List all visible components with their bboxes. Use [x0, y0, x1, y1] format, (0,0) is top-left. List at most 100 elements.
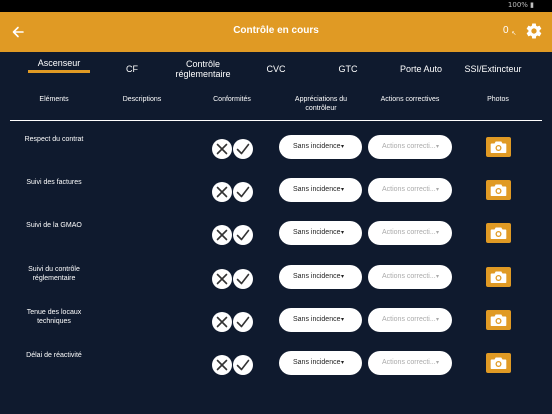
- gear-icon[interactable]: [525, 22, 543, 40]
- tab-controle-reglementaire[interactable]: Contrôle réglementaire: [168, 55, 238, 83]
- corrective-actions-dropdown[interactable]: Actions correcti... ▾: [368, 135, 452, 159]
- checklist-row: Délai de réactivité Sans incidence ▾ Act…: [0, 351, 552, 394]
- tab-label: CF: [126, 64, 138, 74]
- cross-icon: [216, 316, 228, 328]
- camera-icon: [490, 227, 507, 239]
- chevron-down-icon: ▾: [436, 317, 440, 323]
- conforme-button[interactable]: [233, 139, 253, 159]
- checklist-row: Suivi de la GMAO Sans incidence ▾ Action…: [0, 221, 552, 264]
- cross-icon: [216, 273, 228, 285]
- non-conforme-button[interactable]: [212, 355, 232, 375]
- tab-cf[interactable]: CF: [110, 55, 154, 83]
- corrective-actions-dropdown[interactable]: Actions correcti... ▾: [368, 308, 452, 332]
- corrective-actions-dropdown[interactable]: Actions correcti... ▾: [368, 265, 452, 289]
- conforme-button[interactable]: [233, 182, 253, 202]
- actions-placeholder: Actions correcti...: [382, 143, 436, 150]
- battery-indicator: 100% ▮: [507, 1, 534, 9]
- conforme-button[interactable]: [233, 355, 253, 375]
- cross-icon: [216, 229, 228, 241]
- column-header-appreciations: Appréciations du contrôleur: [294, 96, 348, 112]
- tab-ssi-extincteur[interactable]: SSI/Extincteur: [460, 55, 526, 83]
- check-icon: [236, 229, 250, 241]
- row-label: Délai de réactivité: [26, 352, 82, 359]
- camera-button[interactable]: [486, 223, 511, 243]
- check-icon: [236, 273, 250, 285]
- non-conforme-button[interactable]: [212, 225, 232, 245]
- check-icon: [236, 143, 250, 155]
- checklist-row: Suivi des factures Sans incidence ▾ Acti…: [0, 178, 552, 221]
- camera-icon: [490, 141, 507, 153]
- header-divider: [10, 120, 542, 121]
- appreciation-dropdown[interactable]: Sans incidence ▾: [279, 308, 362, 332]
- appreciation-value: Sans incidence: [293, 273, 341, 280]
- chevron-down-icon: ▾: [436, 187, 440, 193]
- status-bar: 100% ▮: [0, 0, 552, 12]
- tab-label: Porte Auto: [399, 64, 443, 74]
- tab-label: GTC: [338, 64, 358, 74]
- tab-label: Contrôle réglementaire: [175, 59, 231, 79]
- pending-count-value: 0: [503, 25, 509, 36]
- checklist-row: Suivi du contrôle réglementaire Sans inc…: [0, 265, 552, 308]
- camera-button[interactable]: [486, 180, 511, 200]
- actions-placeholder: Actions correcti...: [382, 229, 436, 236]
- chevron-down-icon: ▾: [341, 317, 345, 323]
- tab-ascenseur[interactable]: Ascenseur: [26, 55, 92, 83]
- row-label: Suivi du contrôle réglementaire: [28, 266, 80, 282]
- camera-button[interactable]: [486, 267, 511, 287]
- appreciation-dropdown[interactable]: Sans incidence ▾: [279, 221, 362, 245]
- column-header-actions: Actions correctives: [380, 96, 440, 103]
- corrective-actions-dropdown[interactable]: Actions correcti... ▾: [368, 221, 452, 245]
- camera-button[interactable]: [486, 137, 511, 157]
- column-header-descriptions: Descriptions: [122, 96, 162, 103]
- appreciation-dropdown[interactable]: Sans incidence ▾: [279, 265, 362, 289]
- row-label: Suivi des factures: [26, 179, 82, 186]
- camera-button[interactable]: [486, 353, 511, 373]
- corrective-actions-dropdown[interactable]: Actions correcti... ▾: [368, 178, 452, 202]
- row-label: Tenue des locaux techniques: [26, 309, 82, 325]
- check-icon: [236, 359, 250, 371]
- corrective-actions-dropdown[interactable]: Actions correcti... ▾: [368, 351, 452, 375]
- appreciation-dropdown[interactable]: Sans incidence ▾: [279, 135, 362, 159]
- appreciation-dropdown[interactable]: Sans incidence ▾: [279, 178, 362, 202]
- conforme-button[interactable]: [233, 312, 253, 332]
- column-header-conformites: Conformités: [213, 96, 251, 103]
- column-header-elements: Eléments: [39, 96, 69, 103]
- conforme-button[interactable]: [233, 225, 253, 245]
- actions-placeholder: Actions correcti...: [382, 273, 436, 280]
- actions-placeholder: Actions correcti...: [382, 186, 436, 193]
- camera-icon: [490, 184, 507, 196]
- tab-gtc[interactable]: GTC: [328, 55, 368, 83]
- camera-icon: [490, 271, 507, 283]
- pending-count[interactable]: 0 ↖: [503, 25, 516, 37]
- actions-placeholder: Actions correcti...: [382, 359, 436, 366]
- check-icon: [236, 186, 250, 198]
- checklist-row: Respect du contrat Sans incidence ▾ Acti…: [0, 135, 552, 178]
- appreciation-value: Sans incidence: [293, 359, 341, 366]
- tab-cvc[interactable]: CVC: [256, 55, 296, 83]
- appreciation-dropdown[interactable]: Sans incidence ▾: [279, 351, 362, 375]
- category-tabs: Ascenseur CF Contrôle réglementaire CVC …: [0, 52, 552, 85]
- tab-label: CVC: [266, 64, 286, 74]
- chevron-down-icon: ▾: [341, 187, 345, 193]
- chevron-down-icon: ▾: [341, 274, 345, 280]
- chevron-down-icon: ▾: [436, 274, 440, 280]
- tab-porte-auto[interactable]: Porte Auto: [394, 55, 448, 83]
- row-label: Respect du contrat: [24, 136, 84, 143]
- chevron-down-icon: ▾: [436, 230, 440, 236]
- non-conforme-button[interactable]: [212, 312, 232, 332]
- row-label: Suivi de la GMAO: [26, 222, 82, 229]
- appreciation-value: Sans incidence: [293, 143, 341, 150]
- appreciation-value: Sans incidence: [293, 316, 341, 323]
- cross-icon: [216, 186, 228, 198]
- conforme-button[interactable]: [233, 269, 253, 289]
- chevron-down-icon: ▾: [341, 144, 345, 150]
- non-conforme-button[interactable]: [212, 269, 232, 289]
- tab-label: SSI/Extincteur: [464, 64, 522, 74]
- camera-button[interactable]: [486, 310, 511, 330]
- non-conforme-button[interactable]: [212, 182, 232, 202]
- cross-icon: [216, 359, 228, 371]
- non-conforme-button[interactable]: [212, 139, 232, 159]
- column-header-photos: Photos: [487, 96, 509, 103]
- appreciation-value: Sans incidence: [293, 186, 341, 193]
- actions-placeholder: Actions correcti...: [382, 316, 436, 323]
